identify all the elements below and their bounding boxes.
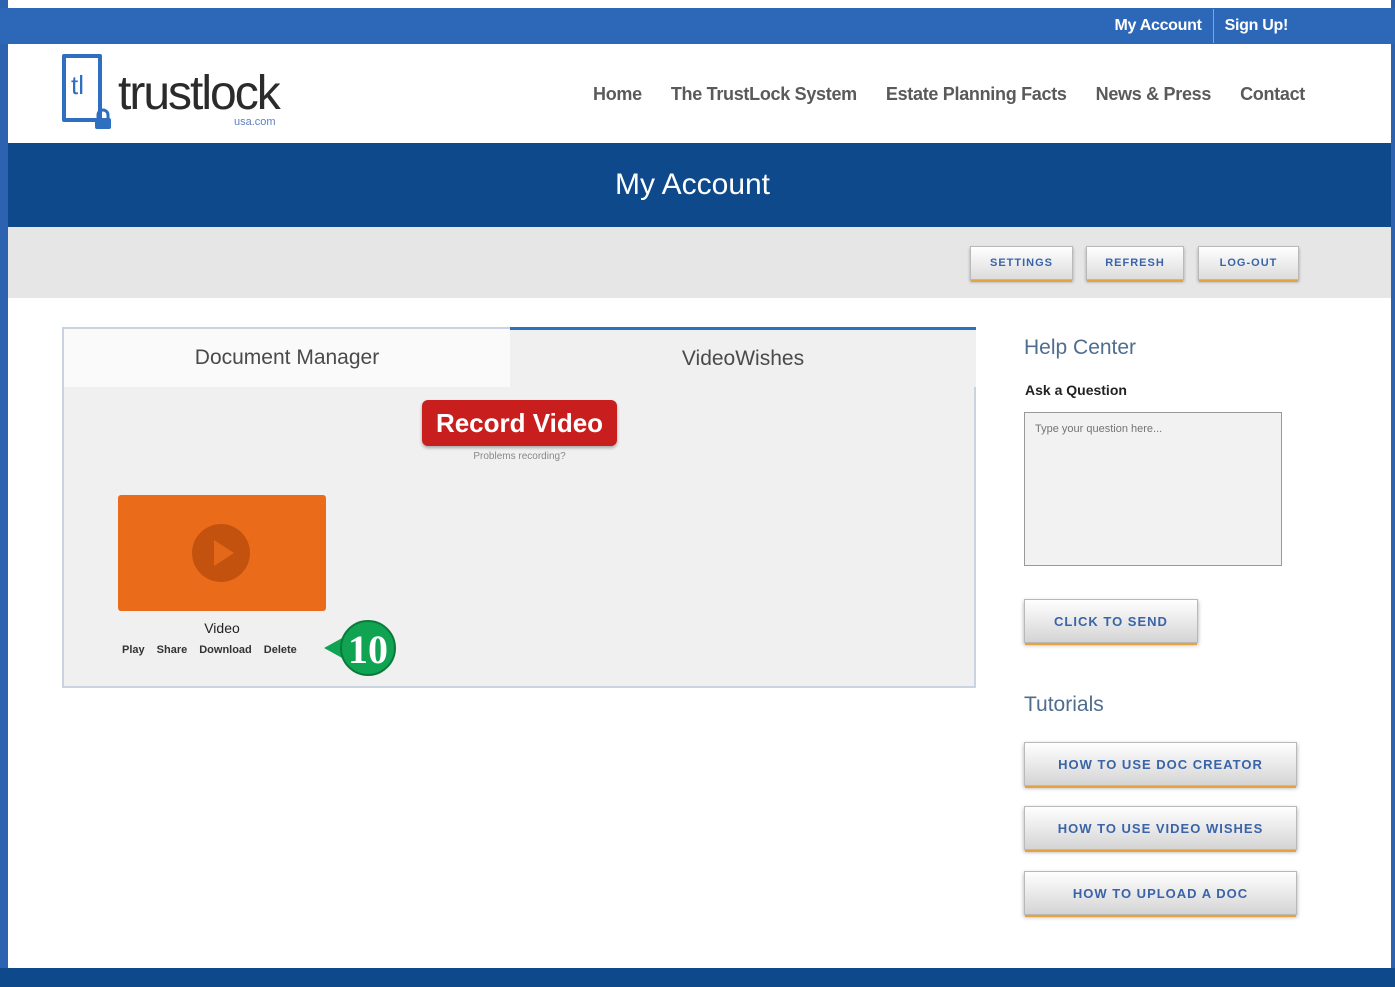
tutorial-doc-creator-button[interactable]: HOW TO USE DOC CREATOR — [1024, 742, 1297, 786]
send-question-button[interactable]: CLICK TO SEND — [1024, 599, 1198, 643]
delete-link[interactable]: Delete — [264, 644, 297, 656]
play-link[interactable]: Play — [122, 644, 145, 656]
ask-question-label: Ask a Question — [1025, 382, 1127, 398]
video-actions: Play Share Download Delete — [122, 644, 297, 656]
page-title: My Account — [614, 168, 771, 201]
question-input[interactable] — [1024, 412, 1282, 566]
nav-trustlock-system[interactable]: The TrustLock System — [671, 84, 857, 105]
help-center: Help Center Ask a Question — [1024, 336, 1314, 566]
video-thumbnail[interactable] — [118, 495, 326, 611]
logo-wordmark: trustlock — [118, 66, 281, 121]
play-icon — [192, 524, 250, 582]
logo-word-trust: trust — [118, 67, 203, 120]
my-account-link[interactable]: My Account — [1104, 17, 1213, 35]
tutorial-upload-doc-button[interactable]: HOW TO UPLOAD A DOC — [1024, 871, 1297, 915]
callout-marker-10: 10 — [324, 620, 396, 676]
logout-button[interactable]: LOG-OUT — [1198, 246, 1299, 280]
trustlock-logo[interactable]: tl trustlock usa.com — [62, 54, 302, 134]
share-link[interactable]: Share — [157, 644, 188, 656]
callout-number: 10 — [348, 627, 388, 672]
help-center-title: Help Center — [1024, 336, 1137, 359]
main-nav: Home The TrustLock System Estate Plannin… — [593, 84, 1305, 105]
sign-up-link[interactable]: Sign Up! — [1214, 17, 1299, 35]
play-triangle — [214, 540, 234, 566]
page-title-banner: My Account — [8, 143, 1391, 227]
settings-button[interactable]: SETTINGS — [970, 246, 1073, 280]
tab-document-manager[interactable]: Document Manager — [64, 329, 510, 387]
account-toolbar: SETTINGS REFRESH LOG-OUT — [8, 227, 1391, 298]
site-footer — [0, 968, 1395, 987]
site-header: tl trustlock usa.com Home The TrustLock … — [8, 44, 1391, 143]
download-link[interactable]: Download — [199, 644, 252, 656]
nav-contact[interactable]: Contact — [1240, 84, 1305, 105]
account-panel: Document Manager VideoWishes Record Vide… — [62, 327, 976, 688]
logo-mark-text: tl — [71, 70, 84, 100]
record-video-button[interactable]: Record Video — [422, 400, 617, 446]
refresh-button[interactable]: REFRESH — [1086, 246, 1184, 280]
tutorials-title: Tutorials — [1024, 693, 1104, 716]
tab-video-wishes[interactable]: VideoWishes — [510, 327, 976, 387]
tutorial-video-wishes-button[interactable]: HOW TO USE VIDEO WISHES — [1024, 806, 1297, 850]
nav-home[interactable]: Home — [593, 84, 642, 105]
problems-recording-link[interactable]: Problems recording? — [422, 451, 617, 462]
nav-news-press[interactable]: News & Press — [1096, 84, 1212, 105]
video-title: Video — [204, 620, 240, 636]
logo-subtext: usa.com — [234, 116, 276, 128]
nav-estate-planning-facts[interactable]: Estate Planning Facts — [886, 84, 1067, 105]
lock-icon — [95, 108, 111, 129]
top-links: My Account Sign Up! — [1104, 8, 1299, 44]
logo-word-lock: lock — [201, 67, 280, 120]
